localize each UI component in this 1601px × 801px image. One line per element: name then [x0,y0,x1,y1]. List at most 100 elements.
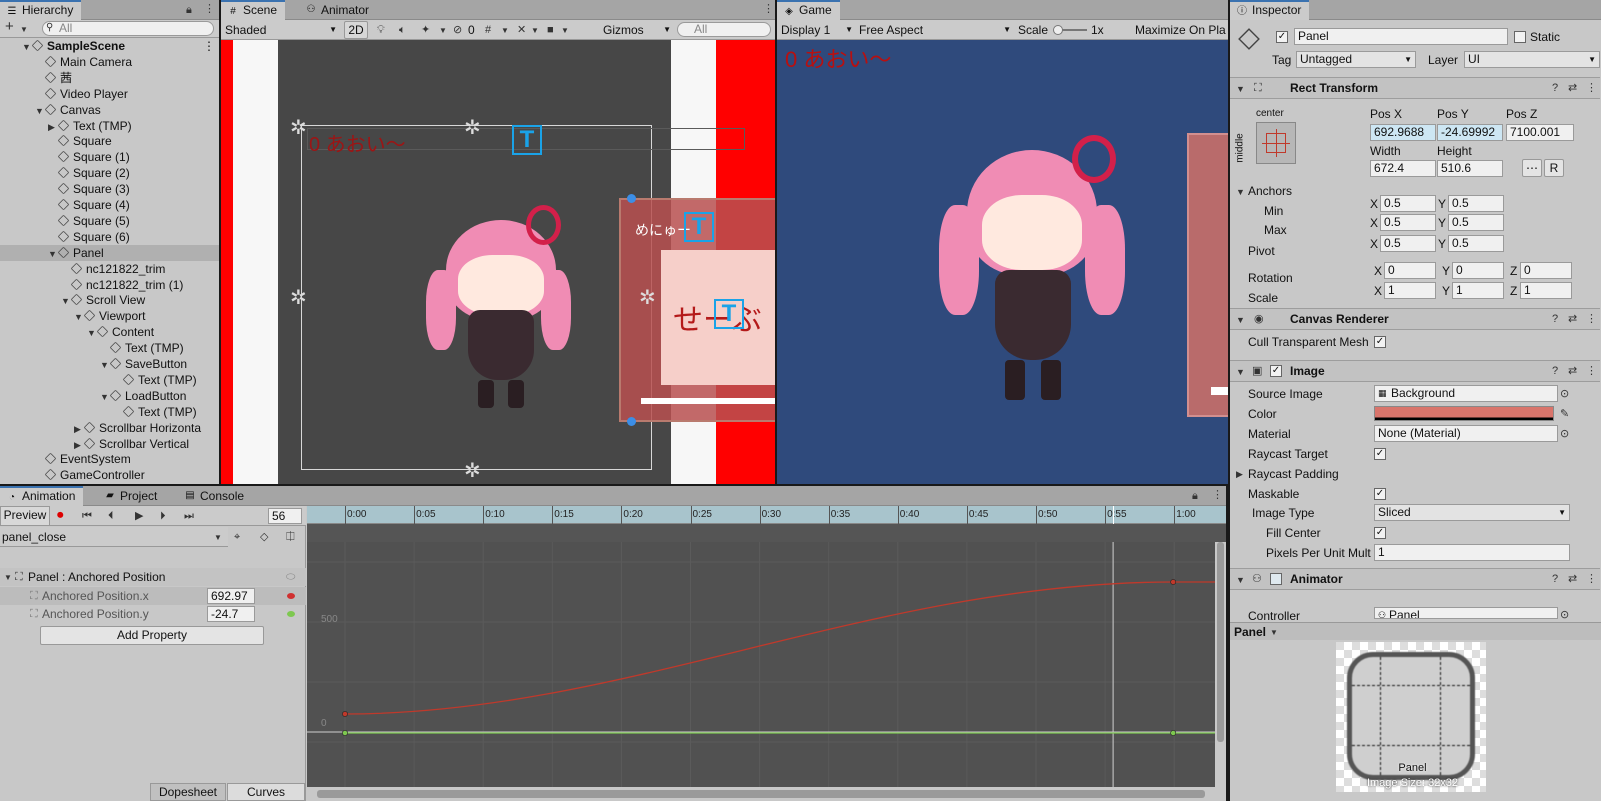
active-checkbox[interactable]: ✓ [1276,31,1288,43]
foldout-icon[interactable]: ▼ [1236,366,1245,378]
foldout-arrow-icon[interactable]: ▼ [100,357,110,373]
animator-header[interactable]: ▼ ⚇ Animator ? ⇄ ⋮ [1230,568,1600,590]
hidden-objects-icon[interactable]: ⊘ [453,24,462,36]
posy-field[interactable]: -24.69992 [1437,124,1503,141]
keyframe-diamond-icon[interactable]: ⬭ [286,571,295,583]
vector-field[interactable]: 0 [1520,262,1572,279]
hierarchy-item[interactable]: Text (TMP) [0,372,224,388]
scale-slider[interactable] [1053,25,1087,35]
rect-transform-header[interactable]: ▼ ⛶ Rect Transform ? ⇄ ⋮ [1230,77,1600,99]
game-view[interactable]: 0 あおい～ [777,40,1254,484]
vector-field[interactable]: 0.5 [1448,235,1504,252]
light-icon[interactable]: 💡︎ [377,24,385,36]
menu-icon[interactable]: ⋮ [1586,82,1597,94]
curve-editor[interactable]: 500 0 [307,542,1215,787]
foldout-arrow-icon[interactable]: ▼ [22,39,32,55]
gizmos-dropdown[interactable]: Gizmos ▼ [603,22,671,38]
help-icon[interactable]: ? [1552,82,1558,94]
keyframe-point[interactable] [1170,579,1177,585]
raw-edit-button[interactable]: R [1544,159,1564,177]
object-picker-icon[interactable]: ⊙ [1560,428,1569,440]
event-marker-icon[interactable]: ⎅ [286,531,295,543]
lock-icon[interactable]: 🔒︎ [186,4,192,16]
presets-icon[interactable]: ⇄ [1568,313,1577,325]
foldout-arrow-icon[interactable]: ▼ [35,103,45,119]
presets-icon[interactable]: ⇄ [1568,365,1577,377]
maximize-toggle[interactable]: Maximize On Pla [1135,22,1226,38]
hierarchy-item[interactable]: Square (5) [0,213,224,229]
foldout-icon[interactable]: ▶ [1236,468,1243,480]
vector-field[interactable]: 0.5 [1448,214,1504,231]
menu-icon[interactable]: ⋮ [203,38,215,54]
help-icon[interactable]: ? [1552,365,1558,377]
vector-field[interactable]: 1 [1452,282,1504,299]
preview-toggle[interactable]: Preview [0,506,50,526]
chevron-down-icon[interactable]: ▼ [1270,627,1278,639]
2d-toggle[interactable]: 2D [344,21,368,39]
hierarchy-item[interactable]: ▶ Scrollbar Horizonta [0,420,224,436]
foldout-arrow-icon[interactable]: ▶ [48,119,58,135]
property-row[interactable]: ⛶ Anchored Position.x 692.97 [0,587,306,605]
property-value-field[interactable]: 692.97 [207,588,255,604]
dropdown-icon[interactable]: ▼ [20,24,28,36]
vector-field[interactable]: 1 [1520,282,1572,299]
frame-field[interactable]: 56 [268,508,302,524]
hierarchy-item[interactable]: ▼ Panel [0,244,224,261]
keyframe-point[interactable] [342,730,348,736]
record-icon[interactable]: ⏺ [57,508,64,521]
preview-header[interactable]: Panel ▼ [1230,622,1601,640]
hierarchy-item[interactable]: nc121822_trim (1) [0,277,224,293]
vector-field[interactable]: 0.5 [1380,235,1436,252]
menu-icon[interactable]: ⋮ [204,3,215,15]
foldout-arrow-icon[interactable]: ▶ [74,437,84,453]
width-field[interactable]: 672.4 [1370,160,1436,177]
pivot-handle[interactable] [627,417,636,426]
tab-animation[interactable]: ◔ Animation [0,486,84,506]
tab-animator[interactable]: ⚇ Animator [299,0,377,20]
posz-field[interactable]: 7100.001 [1506,124,1574,141]
hierarchy-item[interactable]: ▼ Canvas [0,102,224,118]
vector-field[interactable]: 0.5 [1380,214,1436,231]
tag-dropdown[interactable]: Untagged ▼ [1296,51,1416,68]
chevron-down-icon[interactable]: ▼ [439,25,447,37]
menu-icon[interactable]: ⋮ [1212,489,1223,501]
foldout-arrow-icon[interactable]: ▼ [87,325,97,341]
vector-field[interactable]: 0 [1384,262,1436,279]
hierarchy-search-input[interactable]: All [42,21,214,36]
anchor-preset-button[interactable] [1256,122,1296,164]
tab-inspector[interactable]: ⓘ Inspector [1230,0,1310,20]
posx-field[interactable]: 692.9688 [1370,124,1436,141]
tab-project[interactable]: ▰ Project [98,486,165,506]
add-event-icon[interactable]: ◇ [260,531,268,543]
play-icon[interactable]: ▶ [135,510,143,522]
vector-field[interactable]: 0 [1452,262,1504,279]
keyframe-point[interactable] [1170,730,1177,736]
ppu-field[interactable]: 1 [1374,544,1570,561]
hierarchy-item[interactable]: Square (3) [0,181,224,197]
lock-icon[interactable]: 🔒︎ [1192,490,1198,502]
hierarchy-item[interactable]: ▶ Text (TMP) [0,118,224,134]
tab-dopesheet[interactable]: Dopesheet [150,783,226,801]
color-swatch[interactable] [1374,406,1554,421]
grid-snap-icon[interactable]: # [485,24,491,36]
hierarchy-item[interactable]: ▼ Content [0,324,224,340]
vector-field[interactable]: 0.5 [1380,195,1436,212]
image-header[interactable]: ▼ ▣ ✓ Image ? ⇄ ⋮ [1230,360,1600,382]
audio-icon[interactable]: 🔈︎ [399,24,406,36]
canvas-renderer-header[interactable]: ▼ ◉ Canvas Renderer ? ⇄ ⋮ [1230,308,1600,330]
hierarchy-item[interactable]: Square (1) [0,149,224,165]
keyframe-point[interactable] [342,711,348,717]
static-checkbox[interactable] [1514,31,1526,43]
hierarchy-item[interactable]: ▼ LoadButton [0,388,224,404]
chevron-down-icon[interactable]: ▼ [501,25,509,37]
chevron-down-icon[interactable]: ▼ [561,25,569,37]
last-key-icon[interactable]: ⏭ [184,510,194,522]
timeline-ruler[interactable]: 0:00 0:05 0:10 0:15 0:20 0:25 0:30 0:35 0:40 0:45… [307,506,1226,524]
hierarchy-item[interactable]: Square (2) [0,165,224,181]
menu-icon[interactable]: ⋮ [1586,573,1597,585]
hierarchy-item[interactable]: nc121822_trim [0,261,224,277]
hierarchy-item[interactable]: Text (TMP) [0,404,224,420]
raycast-padding-label[interactable]: Raycast Padding [1248,466,1339,482]
foldout-icon[interactable]: ▼ [1236,314,1245,326]
add-keyframe-icon[interactable]: ⌖ [234,531,240,543]
